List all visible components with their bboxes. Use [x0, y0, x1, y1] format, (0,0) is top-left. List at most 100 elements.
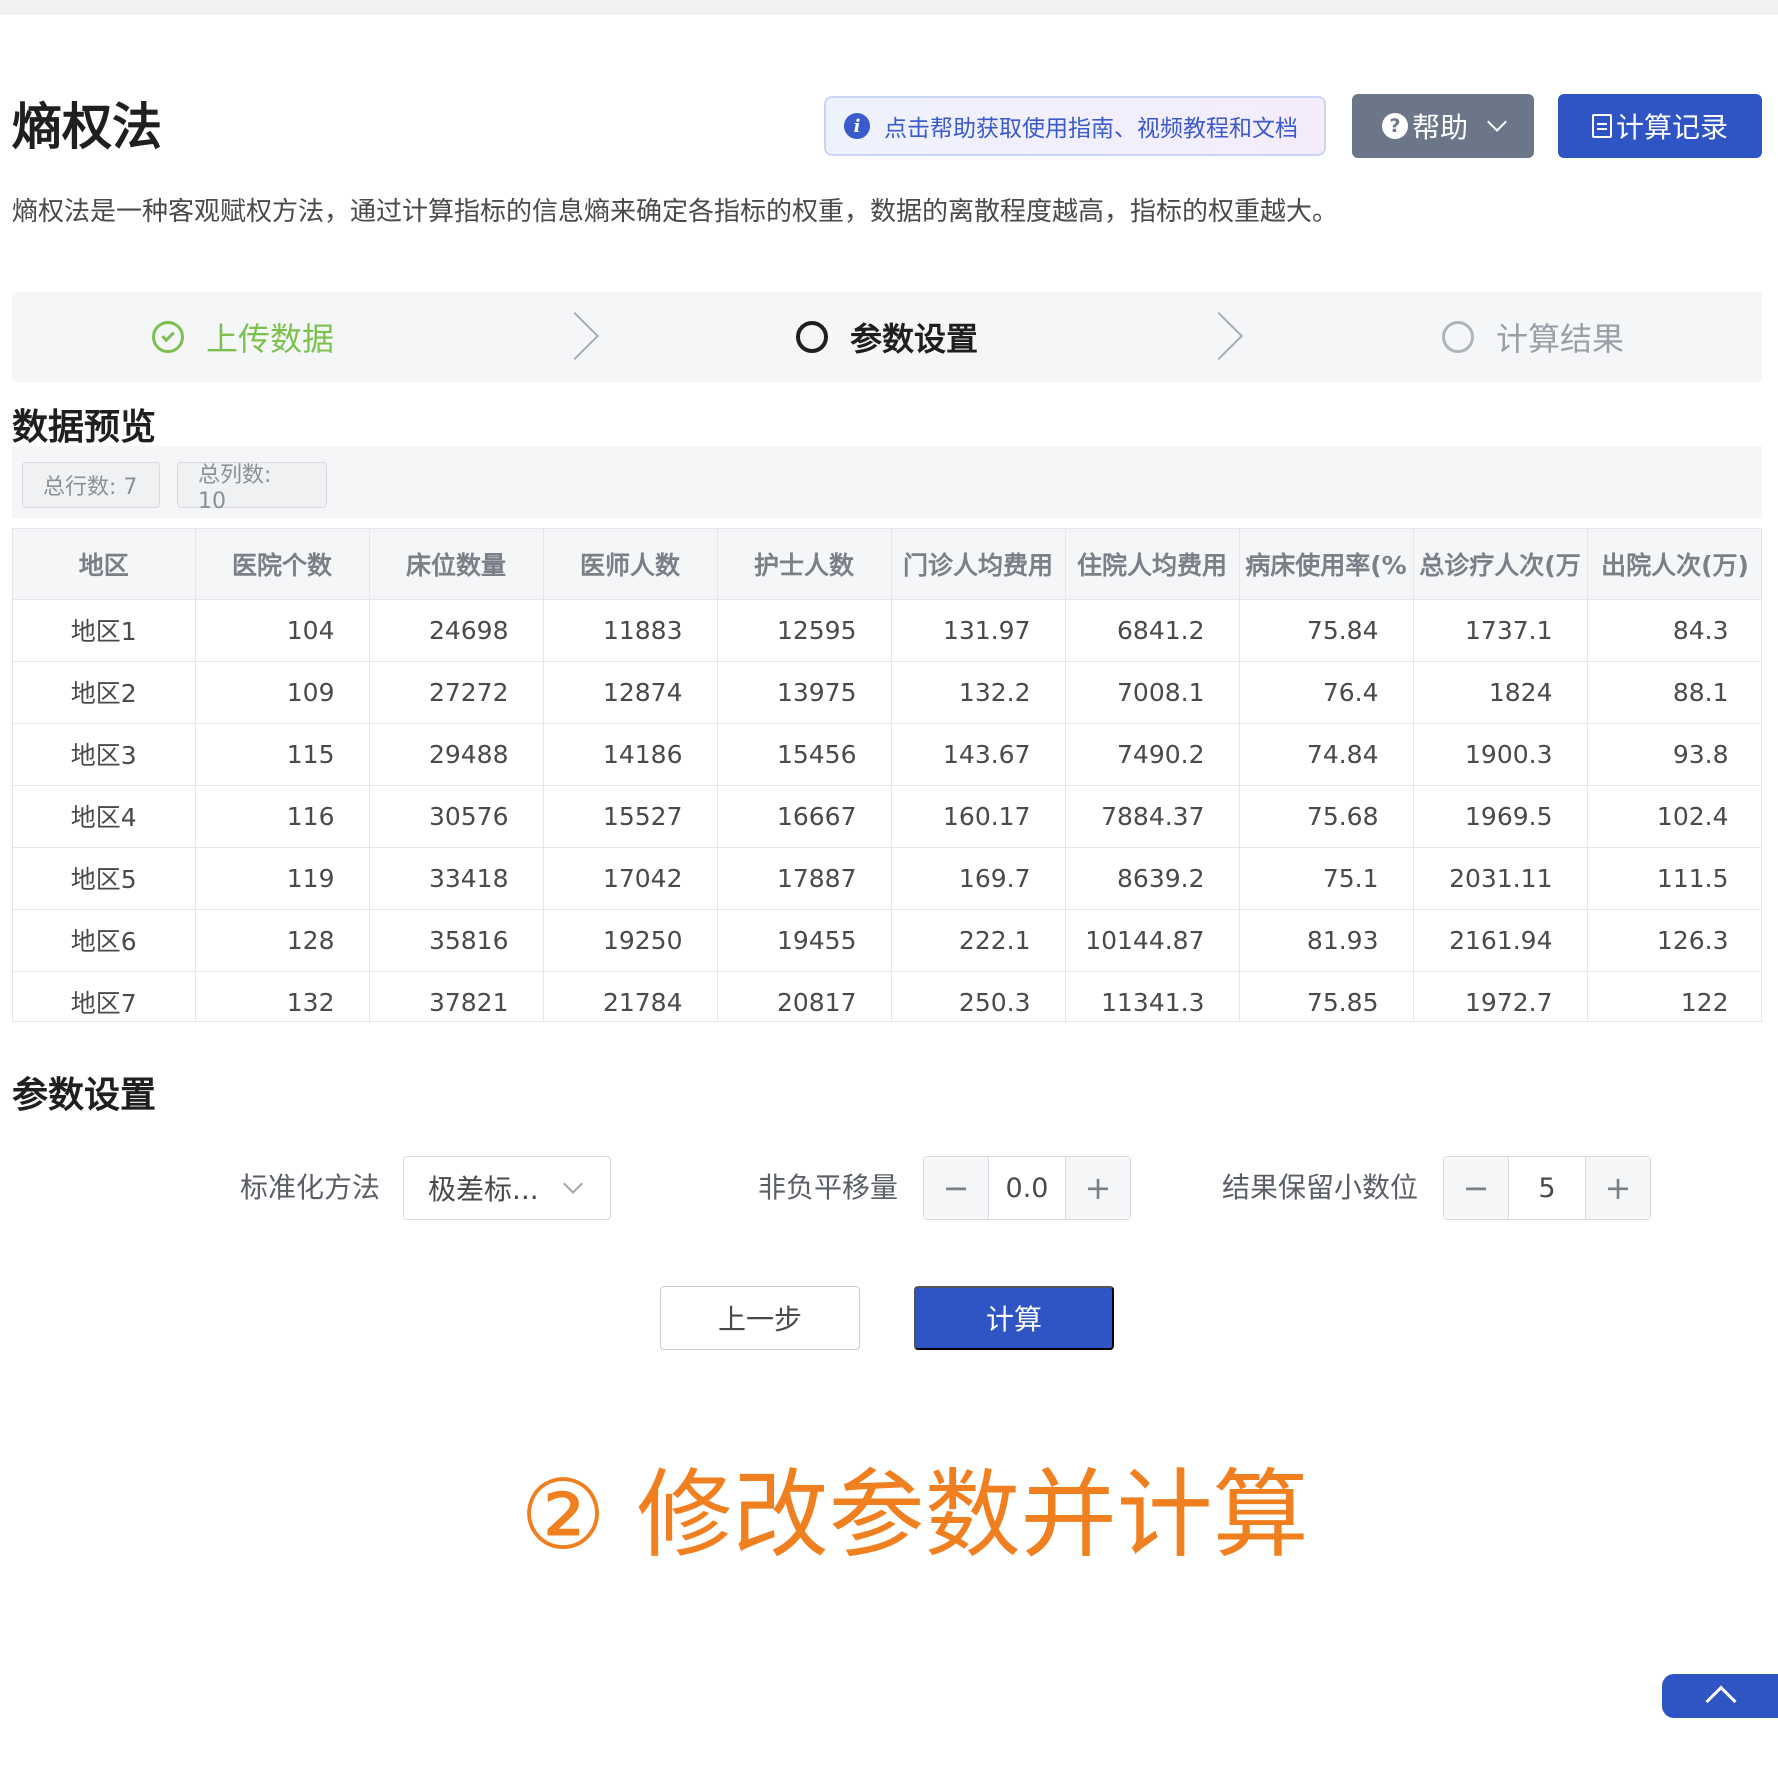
data-preview-table[interactable]: 地区 医院个数 床位数量 医师人数 护士人数 门诊人均费用 住院人均费用 病床使…	[12, 528, 1762, 1022]
table-cell: 19250	[543, 909, 718, 972]
table-cell: 116	[195, 785, 370, 848]
region-cell: 地区3	[13, 723, 196, 786]
table-cell: 20817	[717, 971, 892, 1021]
step-label: 参数设置	[850, 320, 979, 358]
table-cell: 12595	[717, 599, 892, 662]
page-description: 熵权法是一种客观赋权方法，通过计算指标的信息熵来确定各指标的权重，数据的离散程度…	[12, 197, 1339, 227]
table-cell: 12874	[543, 661, 718, 724]
table-cell: 11883	[543, 599, 718, 662]
step-label: 计算结果	[1496, 320, 1625, 358]
table-cell: 115	[195, 723, 370, 786]
step-param-settings[interactable]: 参数设置	[796, 292, 978, 382]
table-row[interactable]: 地区2 109 27272 12874 13975 132.2 7008.1 76.4 1824…	[13, 661, 1761, 724]
region-cell: 地区5	[13, 847, 196, 910]
rows-count-tag: 总行数: 7	[22, 462, 160, 508]
table-cell: 75.85	[1239, 971, 1414, 1021]
table-cell: 1900.3	[1413, 723, 1588, 786]
table-cell: 160.17	[891, 785, 1066, 848]
column-header: 出院人次(万)	[1587, 529, 1761, 600]
table-row[interactable]: 地区4 116 30576 15527 16667 160.17 7884.37 75.68 1…	[13, 785, 1761, 848]
region-cell: 地区1	[13, 599, 196, 662]
table-cell: 119	[195, 847, 370, 910]
minus-button[interactable]: −	[924, 1157, 988, 1219]
table-cell: 102.4	[1587, 785, 1761, 848]
chevron-right-icon	[1194, 311, 1244, 361]
param-controls-row: 标准化方法 极差标... 非负平移量 − 0.0 + 结果保留小数位 − 5 +	[0, 1156, 1778, 1220]
table-cell: 74.84	[1239, 723, 1414, 786]
decimals-stepper[interactable]: − 5 +	[1443, 1156, 1651, 1220]
table-cell: 122	[1587, 971, 1761, 1021]
table-cell: 16667	[717, 785, 892, 848]
region-cell: 地区2	[13, 661, 196, 724]
step-calc-result[interactable]: 计算结果	[1442, 292, 1624, 382]
document-icon	[1591, 114, 1612, 138]
shift-stepper[interactable]: − 0.0 +	[923, 1156, 1131, 1220]
table-cell: 33418	[369, 847, 544, 910]
table-cell: 11341.3	[1065, 971, 1240, 1021]
params-section-title: 参数设置	[12, 1075, 157, 1116]
decimals-label: 结果保留小数位	[1222, 1171, 1419, 1204]
table-cell: 19455	[717, 909, 892, 972]
calculate-button[interactable]: 计算	[914, 1286, 1114, 1350]
column-header: 床位数量	[369, 529, 544, 600]
step-upload-data[interactable]: 上传数据	[152, 292, 334, 382]
steps-bar: 上传数据 参数设置 计算结果	[12, 292, 1762, 382]
calc-records-label: 计算记录	[1615, 111, 1728, 144]
table-cell: 15527	[543, 785, 718, 848]
table-cell: 132.2	[891, 661, 1066, 724]
table-cell: 1824	[1413, 661, 1588, 724]
table-cell: 84.3	[1587, 599, 1761, 662]
column-header: 医院个数	[195, 529, 370, 600]
shift-label: 非负平移量	[758, 1171, 899, 1204]
table-cell: 169.7	[891, 847, 1066, 910]
table-cell: 131.97	[891, 599, 1066, 662]
table-cell: 81.93	[1239, 909, 1414, 972]
help-button-label: 帮助	[1411, 111, 1468, 144]
region-cell: 地区4	[13, 785, 196, 848]
table-cell: 1737.1	[1413, 599, 1588, 662]
help-dropdown-button[interactable]: ? 帮助	[1352, 94, 1534, 158]
table-row[interactable]: 地区3 115 29488 14186 15456 143.67 7490.2 74.84 19…	[13, 723, 1761, 786]
table-cell: 76.4	[1239, 661, 1414, 724]
chevron-down-icon	[563, 1174, 583, 1194]
table-cell: 1972.7	[1413, 971, 1588, 1021]
table-cell: 7490.2	[1065, 723, 1240, 786]
shift-value[interactable]: 0.0	[988, 1157, 1066, 1219]
table-cell: 75.84	[1239, 599, 1414, 662]
calc-records-button[interactable]: 计算记录	[1558, 94, 1762, 158]
minus-button[interactable]: −	[1444, 1157, 1508, 1219]
table-row[interactable]: 地区6 128 35816 19250 19455 222.1 10144.87 81.93 2…	[13, 909, 1761, 972]
table-cell: 132	[195, 971, 370, 1021]
plus-button[interactable]: +	[1586, 1157, 1650, 1219]
table-cell: 128	[195, 909, 370, 972]
column-header: 住院人均费用	[1065, 529, 1240, 600]
table-cell: 15456	[717, 723, 892, 786]
table-cell: 104	[195, 599, 370, 662]
table-cell: 7884.37	[1065, 785, 1240, 848]
table-cell: 1969.5	[1413, 785, 1588, 848]
chevron-down-icon	[1487, 112, 1507, 132]
help-hint-banner[interactable]: i 点击帮助获取使用指南、视频教程和文档	[824, 96, 1326, 156]
table-cell: 250.3	[891, 971, 1066, 1021]
column-header: 门诊人均费用	[891, 529, 1066, 600]
method-label: 标准化方法	[240, 1171, 381, 1204]
table-cell: 109	[195, 661, 370, 724]
preview-stats-bar: 总行数: 7 总列数: 10	[12, 446, 1762, 518]
table-row[interactable]: 地区5 119 33418 17042 17887 169.7 8639.2 75.1 2031…	[13, 847, 1761, 910]
region-cell: 地区7	[13, 971, 196, 1021]
cols-count-tag: 总列数: 10	[177, 462, 327, 514]
table-cell: 75.1	[1239, 847, 1414, 910]
table-row[interactable]: 地区7 132 37821 21784 20817 250.3 11341.3 75.85 19…	[13, 971, 1761, 1021]
table-header-row: 地区 医院个数 床位数量 医师人数 护士人数 门诊人均费用 住院人均费用 病床使…	[13, 529, 1761, 600]
column-header: 医师人数	[543, 529, 718, 600]
table-row[interactable]: 地区1 104 24698 11883 12595 131.97 6841.2 75.84 17…	[13, 599, 1761, 662]
back-to-top-button[interactable]	[1662, 1674, 1778, 1718]
info-icon: i	[844, 113, 870, 139]
question-icon: ?	[1381, 113, 1408, 139]
table-cell: 111.5	[1587, 847, 1761, 910]
column-header: 病床使用率(%	[1239, 529, 1414, 600]
prev-step-button[interactable]: 上一步	[660, 1286, 860, 1350]
method-select[interactable]: 极差标...	[403, 1156, 611, 1220]
plus-button[interactable]: +	[1066, 1157, 1130, 1219]
decimals-value[interactable]: 5	[1508, 1157, 1586, 1219]
